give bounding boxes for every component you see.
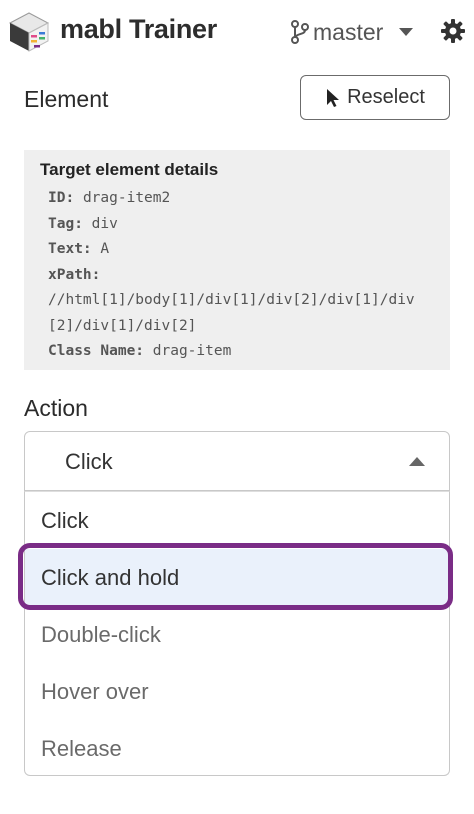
detail-id: ID: drag-item2 xyxy=(48,190,171,206)
action-options-list: Click Click and hold Double-click Hover … xyxy=(24,491,450,776)
details-title: Target element details xyxy=(40,160,219,179)
git-branch-icon xyxy=(291,20,309,44)
chevron-up-icon xyxy=(409,457,425,466)
target-element-details: Target element details ID: drag-item2 Ta… xyxy=(24,150,450,370)
mabl-logo-icon xyxy=(8,12,50,52)
option-hover-over[interactable]: Hover over xyxy=(25,663,448,720)
option-double-click[interactable]: Double-click xyxy=(25,606,448,663)
app-title: mabl Trainer xyxy=(60,14,217,44)
branch-selector[interactable]: master xyxy=(289,18,414,46)
action-select-value: Click xyxy=(65,449,113,474)
option-click-and-hold[interactable]: Click and hold xyxy=(25,549,448,606)
detail-tag: Tag: div xyxy=(48,215,118,232)
detail-text: Text: A xyxy=(48,241,110,257)
action-select[interactable]: Click xyxy=(24,431,450,491)
header: mabl Trainer master xyxy=(0,0,474,64)
option-click[interactable]: Click xyxy=(25,492,448,549)
branch-name: master xyxy=(313,18,384,45)
reselect-button[interactable]: Reselect xyxy=(300,75,450,120)
chevron-down-icon xyxy=(399,28,414,36)
element-section-label: Element xyxy=(24,86,109,112)
action-section-label: Action xyxy=(24,395,88,421)
detail-xpath-value: //html[1]/body[1]/div[1]/div[2]/div[1]/d… xyxy=(48,292,415,334)
reselect-button-label: Reselect xyxy=(347,86,425,108)
detail-class-name: Class Name: drag-item xyxy=(48,343,232,359)
cursor-pointer-icon xyxy=(327,88,340,107)
detail-xpath-key: xPath: xyxy=(48,266,101,283)
gear-icon[interactable] xyxy=(440,18,466,44)
option-release[interactable]: Release xyxy=(25,720,448,777)
